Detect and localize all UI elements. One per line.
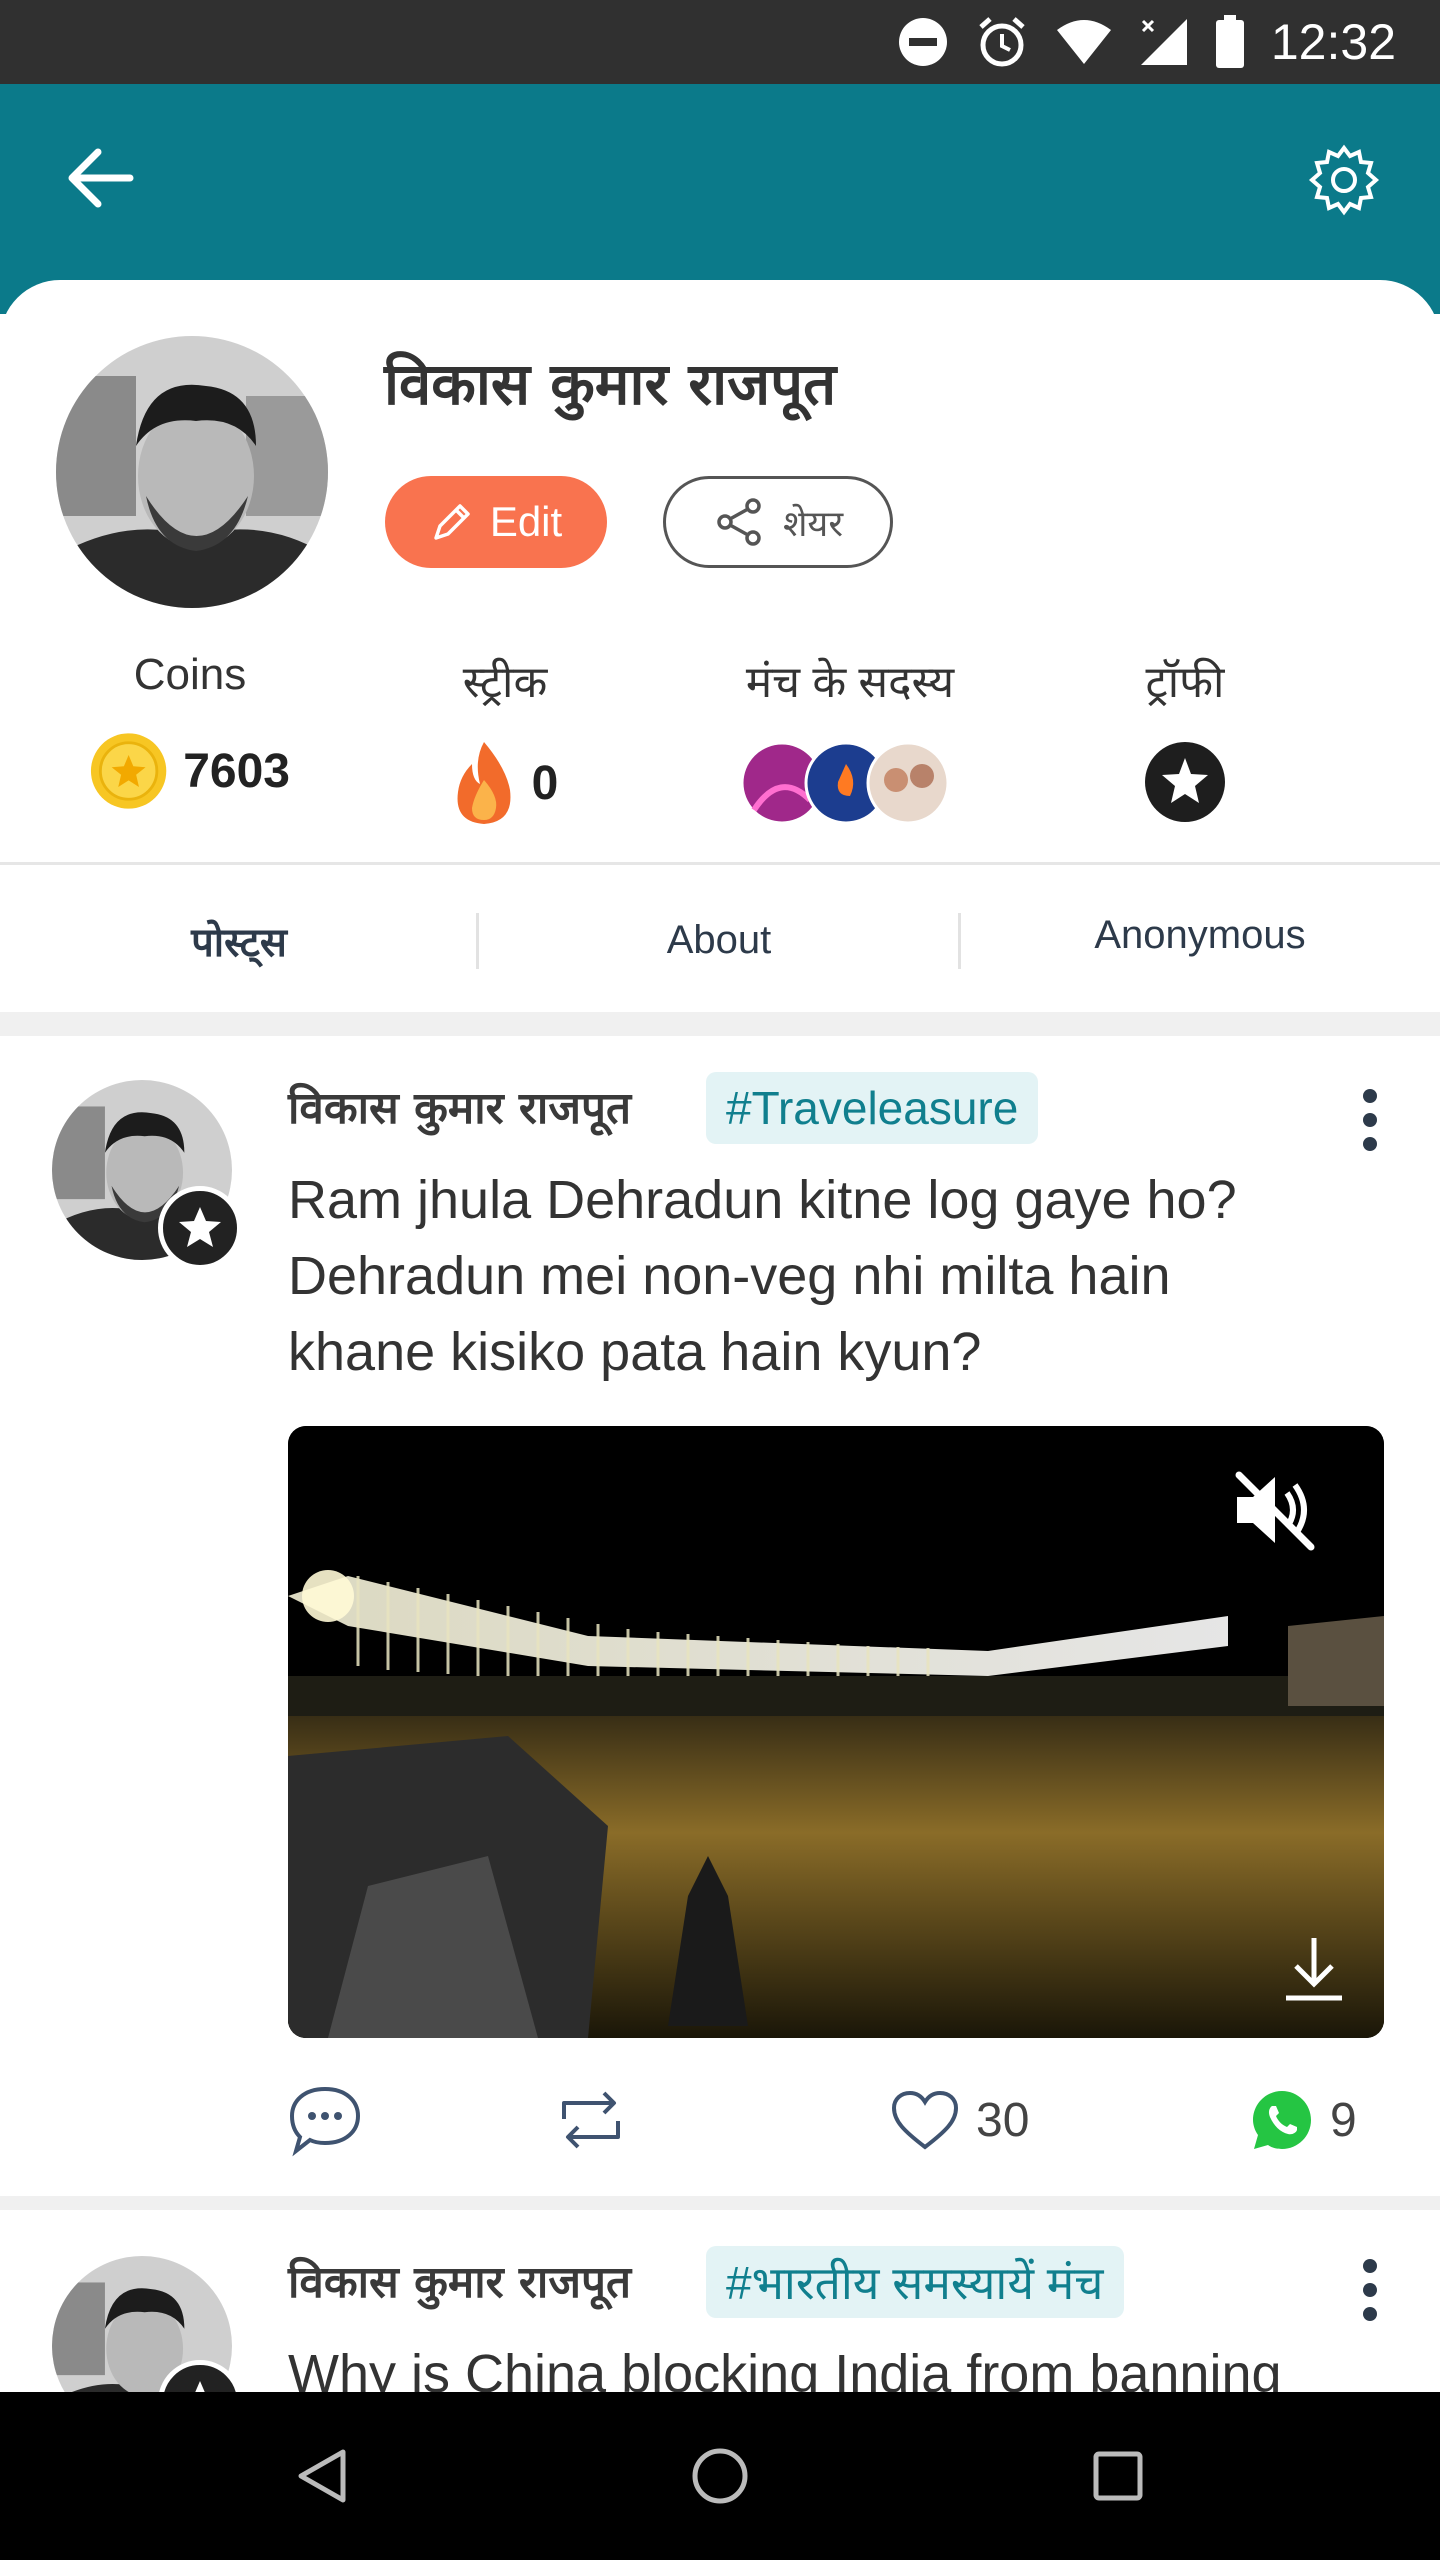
post-card: विकास कुमार राजपूत #भारतीय समस्यायें मंच… <box>0 2210 1440 2392</box>
battery-icon <box>1215 15 1244 68</box>
tab-posts[interactable]: पोस्ट्स <box>0 865 478 1015</box>
stat-streak[interactable]: स्ट्रीक 0 <box>430 650 580 826</box>
post-text-line: Why is China blocking India from banning <box>288 2344 1282 2392</box>
share-label: शेयर <box>782 503 844 545</box>
repost-button[interactable] <box>556 2070 626 2170</box>
alarm-icon <box>979 17 1025 67</box>
stat-value: 7603 <box>183 744 290 798</box>
nav-home-button[interactable] <box>670 2426 770 2526</box>
settings-button[interactable] <box>1304 140 1384 220</box>
stat-coins[interactable]: Coins 7603 <box>90 650 290 812</box>
do-not-disturb-icon <box>898 18 947 66</box>
post-text: Why is China blocking India from banning <box>288 2336 1388 2392</box>
stat-trophy[interactable]: ट्रॉफी <box>1120 650 1250 824</box>
gear-icon <box>1308 144 1380 216</box>
repost-icon <box>562 2091 620 2149</box>
arrow-left-icon <box>68 148 134 208</box>
circle-home-icon <box>692 2448 748 2504</box>
profile-stats: Coins 7603 स्ट्रीक 0 मंच के सदस्य ट्रॉफी <box>0 650 1440 830</box>
coin-icon <box>90 733 167 809</box>
more-options-button[interactable] <box>1340 2250 1400 2330</box>
post-author-name[interactable]: विकास कुमार राजपूत <box>288 2250 631 2310</box>
stat-label: स्ट्रीक <box>462 658 548 707</box>
download-icon <box>1286 1938 1342 2001</box>
post-author-name[interactable]: विकास कुमार राजपूत <box>288 1076 631 1136</box>
trophy-star-icon <box>1145 742 1225 822</box>
heart-icon <box>891 2090 959 2150</box>
download-button[interactable] <box>1274 1928 1354 2008</box>
section-divider <box>0 1012 1440 1036</box>
system-nav-bar <box>0 2392 1440 2560</box>
stat-label: Coins <box>133 650 247 699</box>
tab-anonymous[interactable]: Anonymous <box>960 865 1440 1015</box>
like-count: 30 <box>976 2093 1030 2147</box>
post-separator <box>0 2196 1440 2210</box>
like-button[interactable]: 30 <box>890 2070 1029 2170</box>
triangle-back-icon <box>298 2449 346 2503</box>
pencil-icon <box>434 504 470 540</box>
status-time: 12:32 <box>1270 14 1396 70</box>
edit-profile-button[interactable]: Edit <box>385 476 607 568</box>
share-button[interactable]: शेयर <box>663 476 893 568</box>
comment-icon <box>289 2086 361 2157</box>
nav-recents-button[interactable] <box>1068 2426 1168 2526</box>
flame-icon <box>457 742 511 824</box>
comment-button[interactable] <box>288 2070 362 2170</box>
whatsapp-share-button[interactable]: 9 <box>1250 2070 1357 2170</box>
post-text-line: Dehradun mei non-veg nhi milta hain <box>288 1246 1171 1306</box>
tab-about[interactable]: About <box>478 865 960 1015</box>
more-options-button[interactable] <box>1340 1080 1400 1160</box>
member-avatars <box>720 740 980 826</box>
profile-name: विकास कुमार राजपूत <box>384 350 837 418</box>
author-badge-icon <box>158 1186 242 1270</box>
post-hashtag[interactable]: #भारतीय समस्यायें मंच <box>706 2246 1124 2318</box>
profile-card: विकास कुमार राजपूत Edit शेयर Coins 7603 … <box>0 280 1440 860</box>
edit-label: Edit <box>489 498 563 545</box>
whatsapp-share-count: 9 <box>1330 2093 1357 2147</box>
nav-back-button[interactable] <box>272 2426 372 2526</box>
volume-off-icon <box>1235 1471 1315 1551</box>
profile-tabs: पोस्ट्स About Anonymous <box>0 862 1440 1012</box>
post-text: Ram jhula Dehradun kitne log gaye ho? De… <box>288 1162 1388 1390</box>
post-actions: 30 9 <box>0 2070 1440 2170</box>
status-bar: 12:32 <box>0 0 1440 84</box>
profile-avatar[interactable] <box>56 336 328 608</box>
stat-label: ट्रॉफी <box>1145 658 1225 707</box>
stat-value: 0 <box>531 756 559 810</box>
post-text-line: khane kisiko pata hain kyun? <box>288 1322 982 1382</box>
wifi-icon <box>1056 20 1111 64</box>
back-button[interactable] <box>56 138 142 218</box>
square-recents-icon <box>1093 2451 1143 2501</box>
whatsapp-icon <box>1253 2091 1311 2149</box>
post-hashtag[interactable]: #Traveleasure <box>706 1072 1039 1144</box>
signal-icon <box>1140 19 1187 65</box>
share-icon <box>717 498 761 546</box>
mute-button[interactable] <box>1224 1460 1324 1560</box>
stat-label: मंच के सदस्य <box>745 658 955 707</box>
post-video[interactable] <box>288 1426 1384 2038</box>
post-text-line: Ram jhula Dehradun kitne log gaye ho? <box>288 1170 1237 1230</box>
stat-members[interactable]: मंच के सदस्य <box>720 650 980 826</box>
